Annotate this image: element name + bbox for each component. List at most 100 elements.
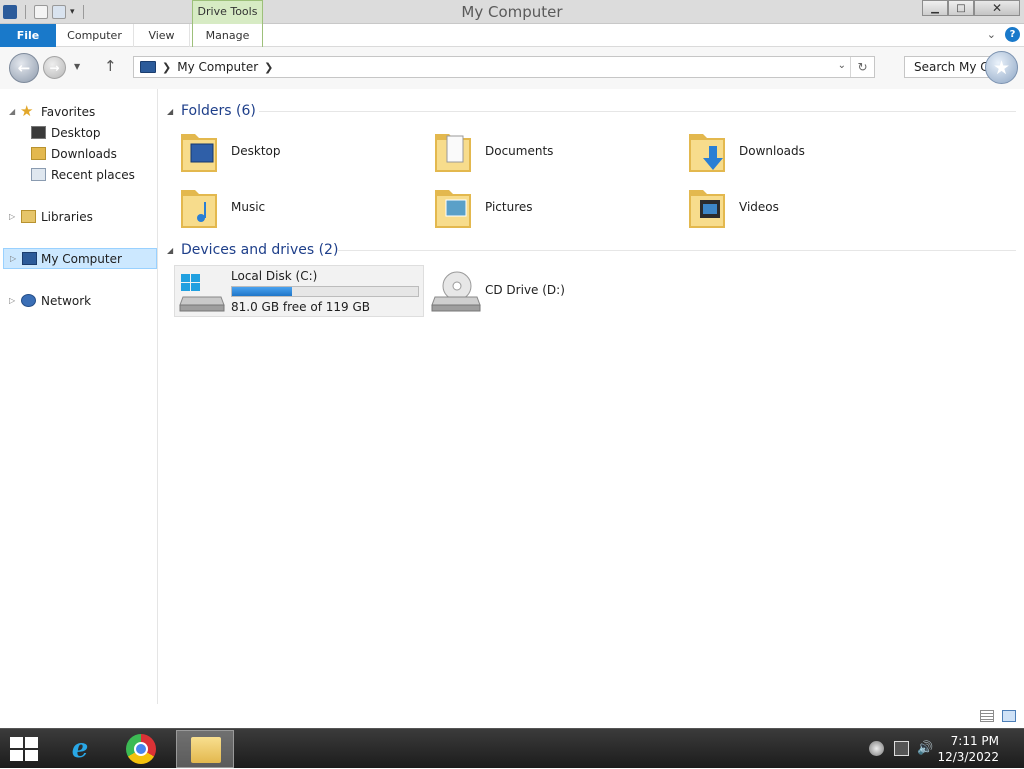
navigation-pane: ◢ ★ Favorites Desktop Downloads Recent p… bbox=[0, 89, 158, 704]
address-bar[interactable]: ❯ My Computer ❯ ⌄ ↻ bbox=[133, 56, 875, 78]
drive-tile-cd[interactable]: CD Drive (D:) bbox=[429, 265, 629, 317]
nav-item-my-computer[interactable]: ▷ My Computer bbox=[3, 248, 157, 269]
libraries-icon bbox=[21, 210, 36, 223]
tab-file[interactable]: File bbox=[0, 24, 56, 47]
drive-name: CD Drive (D:) bbox=[485, 283, 565, 297]
expanded-arrow-icon[interactable]: ◢ bbox=[9, 107, 15, 116]
expand-ribbon-icon[interactable]: ⌄ bbox=[987, 28, 996, 41]
folder-tile-downloads[interactable]: Downloads bbox=[681, 126, 921, 176]
group-divider bbox=[337, 250, 1016, 251]
drive-name: Local Disk (C:) bbox=[231, 269, 318, 283]
collapsed-arrow-icon[interactable]: ▷ bbox=[9, 296, 15, 305]
windows-logo-icon bbox=[25, 750, 38, 761]
maximize-button[interactable]: □ bbox=[948, 0, 974, 16]
windows-logo-icon bbox=[10, 737, 23, 748]
action-center-icon[interactable] bbox=[869, 741, 884, 756]
tab-computer[interactable]: Computer bbox=[56, 24, 134, 47]
folder-label: Videos bbox=[739, 200, 779, 214]
drive-tile-local-disk[interactable]: Local Disk (C:) 81.0 GB free of 119 GB bbox=[174, 265, 424, 317]
drive-usage-fill bbox=[232, 287, 292, 296]
desktop-folder-icon bbox=[181, 134, 217, 172]
nav-item-network[interactable]: ▷ Network bbox=[0, 290, 158, 311]
network-tray-icon[interactable] bbox=[894, 741, 909, 756]
folder-tile-documents[interactable]: Documents bbox=[427, 126, 667, 176]
folder-label: Downloads bbox=[739, 144, 805, 158]
back-arrow-icon: ← bbox=[17, 59, 31, 77]
windows-logo-icon bbox=[10, 750, 23, 761]
recent-locations-dropdown-icon[interactable]: ▼ bbox=[74, 62, 80, 71]
collapse-group-icon[interactable]: ◢ bbox=[167, 246, 181, 255]
folder-label: Documents bbox=[485, 144, 554, 158]
volume-icon[interactable]: 🔊 bbox=[917, 741, 933, 756]
content-pane: ◢ Folders (6) Desktop Documents Download… bbox=[159, 89, 1024, 704]
forward-button[interactable]: → bbox=[43, 56, 66, 79]
desktop-icon bbox=[31, 126, 46, 139]
minimize-button[interactable]: ▁ bbox=[922, 0, 948, 16]
cd-drive-icon bbox=[431, 271, 481, 312]
nav-item-label: Recent places bbox=[51, 167, 135, 182]
nav-item-label: Libraries bbox=[41, 209, 93, 224]
nav-item-label: My Computer bbox=[41, 251, 122, 266]
clock-time: 7:11 PM bbox=[950, 734, 999, 748]
breadcrumb-chevron-icon[interactable]: ❯ bbox=[162, 61, 171, 74]
folder-label: Pictures bbox=[485, 200, 533, 214]
windows-logo-icon bbox=[25, 737, 38, 748]
tab-view[interactable]: View bbox=[134, 24, 190, 47]
folders-group-header[interactable]: ◢ Folders (6) bbox=[167, 101, 256, 121]
nav-item-label: Favorites bbox=[41, 104, 96, 119]
group-title: Folders (6) bbox=[181, 103, 256, 119]
status-bar bbox=[0, 704, 1024, 728]
folder-tile-videos[interactable]: Videos bbox=[681, 182, 921, 232]
close-button[interactable]: ✕ bbox=[974, 0, 1020, 16]
title-bar: ▾ Drive Tools My Computer ▁ □ ✕ bbox=[0, 0, 1024, 24]
refresh-button[interactable]: ↻ bbox=[850, 57, 874, 77]
back-button[interactable]: ← bbox=[9, 53, 39, 83]
file-explorer-taskbar-button[interactable] bbox=[176, 730, 234, 768]
clock-date: 12/3/2022 bbox=[937, 750, 999, 764]
tab-manage[interactable]: Manage bbox=[192, 24, 263, 47]
nav-item-downloads[interactable]: Downloads bbox=[0, 143, 158, 164]
star-icon: ★ bbox=[20, 102, 34, 120]
internet-explorer-icon[interactable]: e bbox=[60, 733, 100, 765]
search-input[interactable]: Search My C... bbox=[904, 56, 994, 78]
chrome-center-icon bbox=[134, 742, 148, 756]
nav-item-recent-places[interactable]: Recent places bbox=[0, 164, 158, 185]
group-title: Devices and drives (2) bbox=[181, 242, 339, 258]
folder-label: Music bbox=[231, 200, 266, 214]
nav-item-label: Network bbox=[41, 293, 92, 308]
details-view-icon[interactable] bbox=[980, 710, 994, 722]
devices-group-header[interactable]: ◢ Devices and drives (2) bbox=[167, 240, 338, 260]
nav-item-desktop[interactable]: Desktop bbox=[0, 122, 158, 143]
computer-icon bbox=[22, 252, 37, 265]
navigation-bar: ← → ▼ ↑ ❯ My Computer ❯ ⌄ ↻ Search My C.… bbox=[0, 47, 1024, 89]
breadcrumb-chevron-icon[interactable]: ❯ bbox=[264, 61, 273, 74]
ribbon-tabs: File Computer View Manage ⌄ ? bbox=[0, 24, 1024, 47]
nav-item-favorites[interactable]: ◢ ★ Favorites bbox=[0, 101, 158, 122]
nav-item-label: Downloads bbox=[51, 146, 117, 161]
taskbar: e 🔊 7:11 PM 12/3/2022 bbox=[0, 728, 1024, 768]
nav-item-libraries[interactable]: ▷ Libraries bbox=[0, 206, 158, 227]
collapse-group-icon[interactable]: ◢ bbox=[167, 107, 181, 116]
start-button[interactable] bbox=[10, 737, 38, 761]
downloads-icon bbox=[31, 147, 46, 160]
folder-tile-music[interactable]: Music bbox=[173, 182, 413, 232]
address-dropdown-icon[interactable]: ⌄ bbox=[838, 60, 846, 71]
breadcrumb-my-computer[interactable]: My Computer bbox=[177, 60, 258, 74]
hard-drive-icon bbox=[179, 274, 225, 312]
up-button[interactable]: ↑ bbox=[104, 57, 117, 75]
collapsed-arrow-icon[interactable]: ▷ bbox=[9, 212, 15, 221]
tiles-view-icon[interactable] bbox=[1002, 710, 1016, 722]
group-divider bbox=[259, 111, 1016, 112]
drive-usage-bar bbox=[231, 286, 419, 297]
help-icon[interactable]: ? bbox=[1005, 27, 1020, 42]
chrome-icon[interactable] bbox=[126, 734, 156, 764]
folder-tile-desktop[interactable]: Desktop bbox=[173, 126, 413, 176]
collapsed-arrow-icon[interactable]: ▷ bbox=[10, 254, 16, 263]
folder-label: Desktop bbox=[231, 144, 281, 158]
network-icon bbox=[21, 294, 36, 307]
clock[interactable]: 7:11 PM 12/3/2022 bbox=[937, 733, 999, 765]
recent-places-icon bbox=[31, 168, 46, 181]
pictures-folder-icon bbox=[435, 190, 471, 228]
search-star-icon[interactable]: ★ bbox=[985, 51, 1018, 84]
folder-tile-pictures[interactable]: Pictures bbox=[427, 182, 667, 232]
